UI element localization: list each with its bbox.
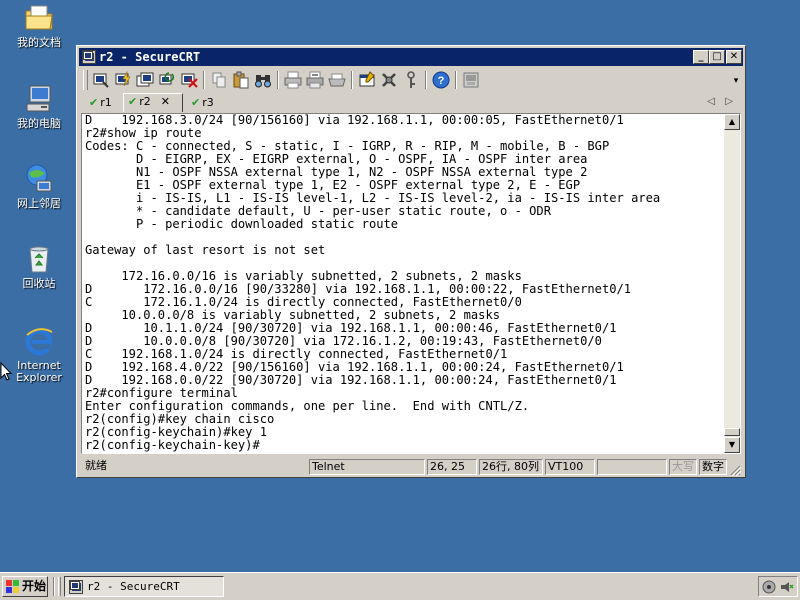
recycle-bin-icon (23, 243, 55, 275)
quick-connect-icon[interactable] (113, 70, 133, 90)
start-button[interactable]: 开始 (2, 576, 48, 597)
connected-check-icon: ✔ (89, 96, 99, 109)
toolbar-overflow-chevron-icon[interactable]: ▾ (731, 74, 741, 88)
taskbar-item-securecrt[interactable]: r2 - SecureCRT (64, 576, 224, 597)
status-protocol: Telnet (309, 459, 425, 475)
window-titlebar[interactable]: r2 - SecureCRT _ □ ✕ (79, 48, 743, 66)
desktop-icon-recycle-bin[interactable]: 回收站 (4, 243, 74, 290)
toolbar-grip[interactable] (83, 70, 88, 90)
print-setup-icon[interactable] (327, 70, 347, 90)
taskbar-separator (53, 577, 55, 596)
resize-grip-icon[interactable] (729, 464, 742, 477)
status-ready: 就绪 (85, 459, 107, 472)
taskbar-item-label: r2 - SecureCRT (87, 580, 180, 593)
tab-r1[interactable]: ✔ r1 (85, 95, 121, 112)
connect-tab-icon[interactable] (135, 70, 155, 90)
window-title: r2 - SecureCRT (99, 50, 201, 64)
main-toolbar: ? ▾ (81, 68, 741, 92)
desktop-icon-label: 我的电脑 (17, 117, 61, 130)
desktop-icon-network-places[interactable]: 网上邻居 (4, 163, 74, 210)
mouse-pointer-icon (0, 361, 13, 382)
desktop-icon-label: Explorer (16, 371, 62, 384)
status-blank (597, 459, 667, 475)
tab-close-icon[interactable]: ✕ (161, 95, 170, 108)
paste-icon[interactable] (231, 70, 251, 90)
status-rows-cols: 26行, 80列 (479, 459, 543, 475)
network-places-icon (23, 163, 55, 195)
connect-icon[interactable] (91, 70, 111, 90)
session-tabbar: ✔ r1 ✔ r2 ✕ ✔ r3 ◁ ▷ (81, 93, 741, 112)
tab-label: r1 (100, 96, 112, 109)
scroll-up-button[interactable]: ▲ (724, 114, 740, 130)
internet-explorer-icon (23, 325, 55, 357)
copy-icon[interactable] (209, 70, 229, 90)
securecrt-app-icon (69, 580, 83, 594)
print-icon[interactable] (283, 70, 303, 90)
my-documents-icon (23, 2, 55, 34)
tab-next-icon[interactable]: ▷ (725, 96, 733, 107)
toolbar-separator (455, 71, 457, 89)
keymap-icon[interactable] (401, 70, 421, 90)
status-num-lock: 数字 (699, 459, 727, 475)
windows-flag-icon (6, 580, 20, 593)
vertical-scrollbar[interactable]: ▲ ▼ (724, 114, 740, 453)
close-button[interactable]: ✕ (726, 50, 742, 64)
tab-label: r2 (139, 95, 151, 108)
desktop-icon-my-computer[interactable]: 我的电脑 (4, 83, 74, 130)
status-emulation: VT100 (545, 459, 595, 475)
terminal-output[interactable]: D 192.168.3.0/24 [90/156160] via 192.168… (85, 114, 723, 453)
tab-r2[interactable]: ✔ r2 ✕ (123, 93, 183, 112)
securecrt-window: r2 - SecureCRT _ □ ✕ ? ▾ ✔ r1 ✔ r2 ✕ ✔ r… (76, 45, 746, 478)
tab-label: r3 (202, 96, 214, 109)
connected-check-icon: ✔ (191, 96, 201, 109)
tab-prev-icon[interactable]: ◁ (707, 96, 715, 107)
terminal-text: D 192.168.3.0/24 [90/156160] via 192.168… (85, 114, 661, 452)
start-label: 开始 (22, 579, 47, 593)
reconnect-icon[interactable] (157, 70, 177, 90)
toolbar-separator (277, 71, 279, 89)
session-options-icon[interactable] (357, 70, 377, 90)
help-icon[interactable]: ? (431, 70, 451, 90)
tray-network-icon[interactable] (761, 579, 777, 595)
status-bar: 就绪 Telnet 26, 25 26行, 80列 VT100 大写 数字 (81, 459, 742, 477)
desktop-icon-label: 网上邻居 (17, 197, 61, 210)
scroll-thumb[interactable] (724, 428, 740, 436)
desktop-icon-internet-explorer[interactable]: Internet Explorer (4, 325, 74, 384)
desktop-icon-my-documents[interactable]: 我的文档 (4, 2, 74, 49)
tray-volume-icon[interactable] (779, 579, 795, 595)
securecrt-app-icon[interactable] (82, 50, 96, 64)
minimize-button[interactable]: _ (693, 50, 709, 64)
system-tray (758, 576, 798, 597)
connected-check-icon: ✔ (128, 95, 138, 108)
toolbar-separator (351, 71, 353, 89)
status-caps-lock: 大写 (669, 459, 697, 475)
scroll-down-button[interactable]: ▼ (724, 437, 740, 453)
sftp-icon[interactable] (461, 70, 481, 90)
disconnect-icon[interactable] (179, 70, 199, 90)
tab-r3[interactable]: ✔ r3 (187, 95, 223, 112)
maximize-button[interactable]: □ (709, 50, 725, 64)
svg-text:?: ? (438, 75, 445, 87)
desktop-icon-label: 我的文档 (17, 36, 61, 49)
taskbar: 开始 r2 - SecureCRT (0, 572, 800, 600)
status-cursor-position: 26, 25 (427, 459, 477, 475)
find-icon[interactable] (253, 70, 273, 90)
terminal-pane[interactable]: D 192.168.3.0/24 [90/156160] via 192.168… (81, 113, 741, 454)
global-options-icon[interactable] (379, 70, 399, 90)
toolbar-separator (425, 71, 427, 89)
taskbar-grip[interactable] (58, 577, 61, 596)
desktop-icon-label: 回收站 (22, 277, 56, 290)
toolbar-separator (203, 71, 205, 89)
my-computer-icon (23, 83, 55, 115)
print-selection-icon[interactable] (305, 70, 325, 90)
